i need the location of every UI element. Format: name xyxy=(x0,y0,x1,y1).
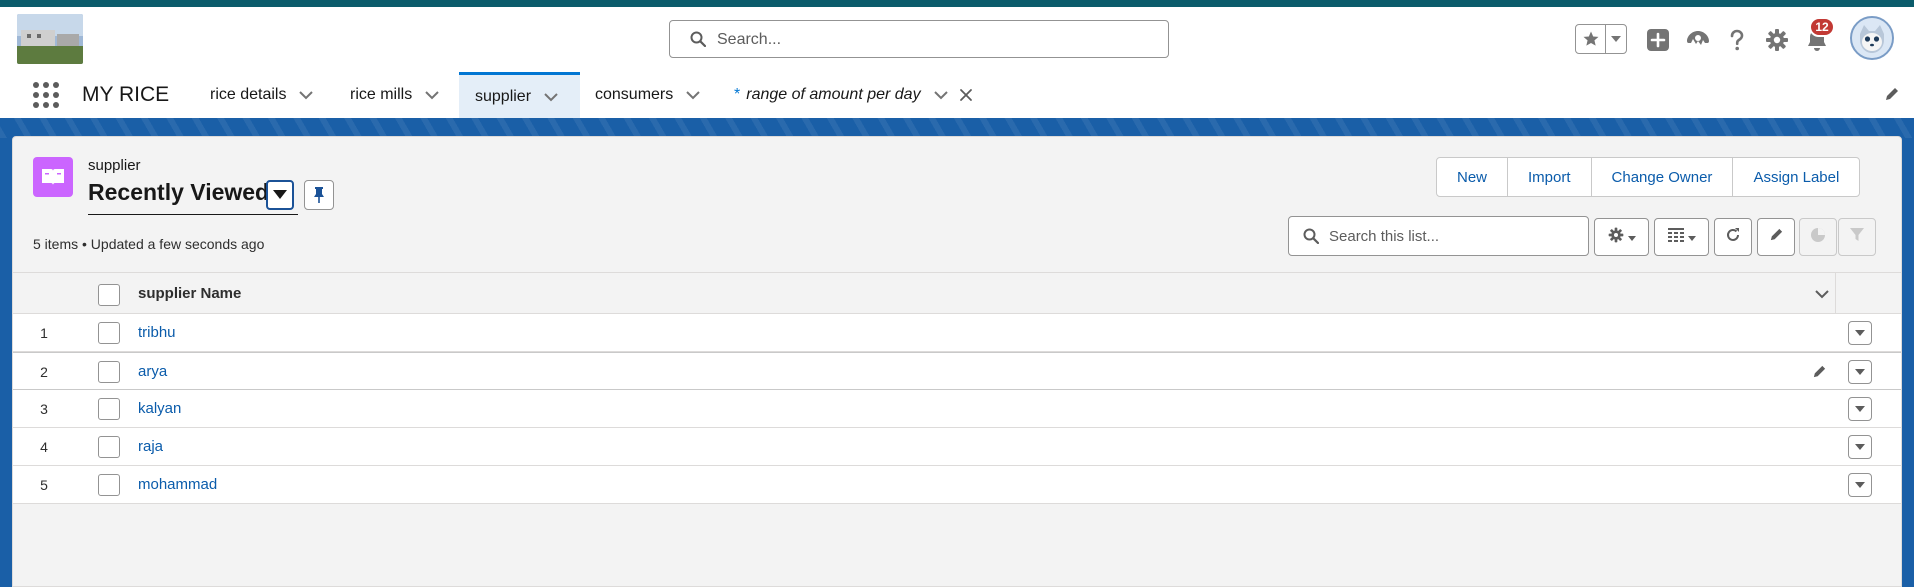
list-view-title[interactable]: Recently Viewed xyxy=(88,179,269,206)
record-link[interactable]: raja xyxy=(138,438,163,455)
caret-down-icon xyxy=(1627,228,1636,246)
list-search-input[interactable]: Search this list... xyxy=(1288,216,1589,256)
trailhead-icon[interactable] xyxy=(1683,25,1713,55)
row-actions-button[interactable] xyxy=(1848,473,1872,497)
row-number: 1 xyxy=(40,325,48,341)
list-view-card: supplier Recently Viewed 5 items • Updat… xyxy=(12,136,1902,587)
import-button[interactable]: Import xyxy=(1508,158,1592,196)
row-actions-button[interactable] xyxy=(1848,360,1872,384)
pie-chart-icon xyxy=(1810,227,1826,248)
list-view-switcher-button[interactable] xyxy=(266,180,294,210)
global-search-input[interactable]: Search... xyxy=(669,20,1169,58)
edit-nav-items-icon[interactable] xyxy=(1884,86,1900,107)
unsaved-marker: * xyxy=(734,86,741,103)
global-header: Search... 12 xyxy=(0,7,1914,72)
column-header-supplier-name[interactable]: supplier Name xyxy=(138,285,241,302)
app-launcher-icon[interactable] xyxy=(33,82,59,108)
select-all-checkbox[interactable] xyxy=(98,284,120,306)
tab-supplier[interactable]: supplier xyxy=(459,72,580,118)
row-checkbox[interactable] xyxy=(98,322,120,344)
row-number: 5 xyxy=(40,477,48,493)
notification-count-badge: 12 xyxy=(1809,17,1835,37)
global-actions-add-icon[interactable] xyxy=(1643,25,1673,55)
gear-icon xyxy=(1608,227,1624,248)
record-link[interactable]: tribhu xyxy=(138,324,176,341)
chevron-down-icon[interactable] xyxy=(685,90,701,100)
column-actions-chevron-icon[interactable] xyxy=(1814,286,1830,304)
row-actions-button[interactable] xyxy=(1848,397,1872,421)
refresh-icon xyxy=(1725,227,1741,248)
row-actions-button[interactable] xyxy=(1848,435,1872,459)
object-name-label: supplier xyxy=(88,157,141,174)
list-actions-button-group: New Import Change Owner Assign Label xyxy=(1436,157,1861,197)
app-navigation-bar: MY RICE rice details rice mills supplier… xyxy=(0,72,1914,118)
user-avatar[interactable] xyxy=(1850,16,1894,60)
row-checkbox[interactable] xyxy=(98,436,120,458)
favorites-button-group xyxy=(1575,24,1627,54)
close-tab-icon[interactable] xyxy=(959,88,973,102)
brand-strip xyxy=(0,0,1914,7)
tab-label: * range of amount per day xyxy=(718,86,921,104)
list-search-placeholder: Search this list... xyxy=(1329,228,1440,245)
filters-button[interactable] xyxy=(1838,218,1876,256)
help-icon[interactable] xyxy=(1722,25,1752,55)
charts-button[interactable] xyxy=(1799,218,1837,256)
table-row: 4 raja xyxy=(13,428,1901,466)
row-checkbox[interactable] xyxy=(98,398,120,420)
tab-label: supplier xyxy=(475,87,532,105)
records-table: supplier Name 1 tribhu 2 arya 3 kalyan 4 xyxy=(13,272,1901,504)
tab-label-text: range of amount per day xyxy=(746,86,921,103)
table-header-row: supplier Name xyxy=(13,272,1901,315)
caret-down-icon xyxy=(1687,228,1696,246)
tab-rice-mills[interactable]: rice mills xyxy=(334,72,458,118)
list-view-title-underline xyxy=(88,214,298,215)
pin-list-button[interactable] xyxy=(304,180,334,210)
row-number: 3 xyxy=(40,401,48,417)
tab-consumers[interactable]: consumers xyxy=(579,72,712,118)
supplier-object-icon xyxy=(33,157,73,197)
row-checkbox[interactable] xyxy=(98,474,120,496)
pencil-icon xyxy=(1769,227,1784,247)
chevron-down-icon[interactable] xyxy=(298,90,314,100)
setup-gear-icon[interactable] xyxy=(1762,25,1792,55)
table-row: 3 kalyan xyxy=(13,390,1901,428)
change-owner-button[interactable]: Change Owner xyxy=(1592,158,1734,196)
row-actions-button[interactable] xyxy=(1848,321,1872,345)
search-icon xyxy=(1303,228,1320,249)
column-divider xyxy=(1835,273,1836,315)
row-checkbox[interactable] xyxy=(98,361,120,383)
display-as-table-button[interactable] xyxy=(1654,218,1709,256)
tab-label: rice mills xyxy=(350,86,413,103)
record-link[interactable]: arya xyxy=(138,363,167,380)
row-number: 4 xyxy=(40,439,48,455)
record-link[interactable]: kalyan xyxy=(138,400,181,417)
chevron-down-icon[interactable] xyxy=(933,90,949,100)
table-row: 5 mohammad xyxy=(13,466,1901,504)
tab-label: rice details xyxy=(210,86,287,103)
assign-label-button[interactable]: Assign Label xyxy=(1733,158,1859,196)
refresh-button[interactable] xyxy=(1714,218,1752,256)
global-search-placeholder: Search... xyxy=(717,31,782,48)
table-icon xyxy=(1667,227,1684,247)
row-number: 2 xyxy=(40,364,48,380)
inline-edit-pencil-icon[interactable] xyxy=(1812,364,1827,384)
new-button[interactable]: New xyxy=(1437,158,1509,196)
table-row: 2 arya xyxy=(13,352,1901,390)
search-icon xyxy=(690,31,707,52)
list-view-controls-button[interactable] xyxy=(1594,218,1649,256)
app-name: MY RICE xyxy=(82,83,170,106)
chevron-down-icon[interactable] xyxy=(543,92,559,102)
tab-rice-details[interactable]: rice details xyxy=(194,72,327,118)
tab-label: consumers xyxy=(595,86,674,103)
chevron-down-icon[interactable] xyxy=(424,90,440,100)
filter-icon xyxy=(1849,227,1865,248)
favorites-dropdown-icon[interactable] xyxy=(1606,25,1626,53)
favorites-star-icon[interactable] xyxy=(1576,25,1606,53)
org-logo[interactable] xyxy=(17,14,83,64)
list-view-meta-info: 5 items • Updated a few seconds ago xyxy=(33,236,265,252)
inline-edit-button[interactable] xyxy=(1757,218,1795,256)
tab-range-of-amount-per-day[interactable]: * range of amount per day xyxy=(718,72,988,118)
table-row: 1 tribhu xyxy=(13,314,1901,352)
record-link[interactable]: mohammad xyxy=(138,476,217,493)
